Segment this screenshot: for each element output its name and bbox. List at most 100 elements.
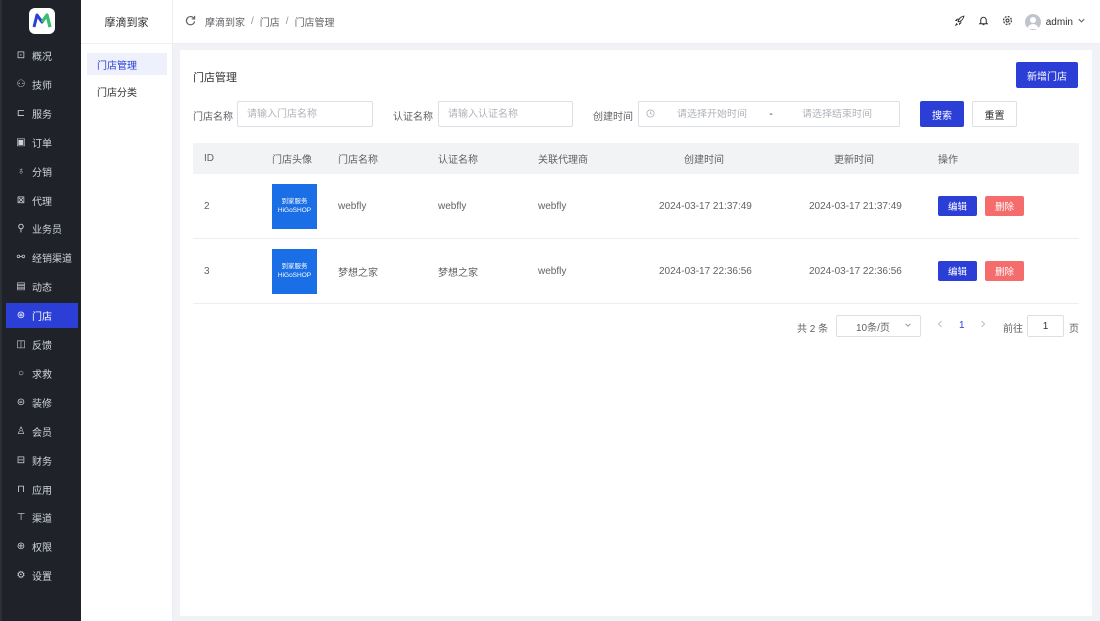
order-icon: ▣: [16, 136, 26, 148]
edit-button[interactable]: 编辑: [938, 261, 977, 281]
sub-item-label: 门店分类: [97, 87, 137, 99]
breadcrumb-item-current: 门店管理: [294, 18, 335, 29]
member-icon: ♙: [16, 425, 26, 437]
pagination-total: 共 2 条: [797, 324, 829, 335]
start-date-input[interactable]: [661, 108, 763, 120]
sidebar-item-distribution[interactable]: ♁ 分销: [6, 159, 78, 184]
feedback-icon: ◫: [16, 339, 26, 350]
prev-page-button[interactable]: [936, 319, 944, 332]
column-header: 操作: [938, 155, 958, 166]
gear-icon[interactable]: [1001, 15, 1015, 29]
sub-item-store-category[interactable]: 门店分类: [87, 80, 167, 102]
store-name-input[interactable]: [237, 101, 373, 127]
sidebar-item-chart[interactable]: ⊡ 概况: [6, 43, 78, 68]
technician-icon: ⚇: [16, 78, 26, 90]
table-row: 2 到家服务 HiGoSHOP webfly webfly webfly 202…: [193, 174, 1079, 239]
sidebar-item-service[interactable]: ⊏ 服务: [6, 101, 78, 126]
sidebar-item-label: 服务: [32, 109, 52, 121]
apps-icon: ⊓: [17, 483, 25, 495]
breadcrumb-item-home[interactable]: 摩滴到家: [205, 14, 245, 29]
store-name-label: 门店名称: [193, 112, 233, 123]
sidebar-item-finance[interactable]: ⊟ 财务: [6, 448, 78, 473]
table-row: 3 到家服务 HiGoSHOP 梦想之家 梦想之家 webfly 2024-03…: [193, 239, 1079, 304]
sidebar-item-member[interactable]: ♙ 会员: [6, 419, 78, 444]
sidebar-item-label: 财务: [32, 456, 52, 468]
rocket-icon[interactable]: [953, 15, 967, 29]
goto-label: 前往: [1003, 324, 1023, 335]
sidebar-item-news[interactable]: ▤ 动态: [6, 274, 78, 299]
date-range-picker[interactable]: -: [638, 101, 900, 127]
cert-name-label: 认证名称: [393, 112, 433, 123]
cell-updated-time: 2024-03-17 21:37:49: [809, 200, 902, 212]
distribution-icon: ♁: [17, 165, 25, 177]
next-page-button[interactable]: [979, 319, 987, 332]
sidebar-item-feedback[interactable]: ◫ 反馈: [6, 332, 78, 357]
sidebar-item-label: 反馈: [32, 341, 52, 352]
add-store-button[interactable]: 新增门店: [1016, 62, 1078, 88]
filter-bar: 门店名称 认证名称 创建时间 - 搜索 重置: [193, 101, 1083, 127]
sub-sidebar-title: 摩滴到家: [81, 0, 172, 44]
delete-button[interactable]: 删除: [985, 261, 1024, 281]
table-header: ID 门店头像 门店名称 认证名称 关联代理商 创建时间 更新时间 操作: [193, 143, 1079, 174]
sidebar-item-gear[interactable]: ⚙ 设置: [6, 563, 78, 588]
cell-actions: 编辑 删除: [938, 239, 1024, 303]
sidebar-item-label: 业务员: [32, 225, 62, 237]
reset-button[interactable]: 重置: [972, 101, 1017, 127]
cert-name-input[interactable]: [438, 101, 573, 127]
salesman-icon: ⚲: [17, 223, 25, 235]
sidebar-item-label: 分销: [32, 167, 52, 179]
avatar[interactable]: [1024, 14, 1041, 30]
sub-item-store-management[interactable]: 门店管理: [87, 53, 167, 75]
breadcrumb-item-store[interactable]: 门店: [260, 14, 280, 29]
column-header: 关联代理商: [538, 155, 588, 166]
search-button[interactable]: 搜索: [920, 101, 964, 127]
cell-avatar: 到家服务 HiGoSHOP: [272, 239, 317, 303]
sidebar-item-channel[interactable]: ⚯ 经销渠道: [6, 245, 78, 270]
sidebar-item-label: 求救: [32, 369, 52, 381]
user-name[interactable]: admin: [1046, 17, 1073, 28]
chart-icon: ⊡: [16, 50, 26, 61]
sidebar-item-label: 技师: [32, 80, 52, 92]
column-header: 更新时间: [834, 155, 874, 166]
chevron-down-icon[interactable]: [1077, 16, 1086, 28]
sidebar-item-label: 代理: [32, 196, 52, 208]
finance-icon: ⊟: [16, 454, 26, 466]
page-size-value: 10条/页: [856, 322, 890, 334]
sidebar-item-label: 应用: [32, 485, 52, 497]
end-date-input[interactable]: [779, 108, 895, 120]
sub-item-label: 门店管理: [97, 60, 137, 72]
sidebar-item-agent[interactable]: ⊠ 代理: [6, 188, 78, 213]
content-panel: 门店管理 新增门店 门店名称 认证名称 创建时间 - 搜索 重置 ID 门店头像…: [180, 50, 1092, 616]
bell-icon[interactable]: [977, 15, 991, 29]
sidebar-item-label: 装修: [32, 398, 52, 410]
delete-button[interactable]: 删除: [985, 196, 1024, 216]
cell-updated-time: 2024-03-17 22:36:56: [809, 265, 902, 277]
app-logo[interactable]: [29, 8, 55, 34]
sidebar-item-store[interactable]: ⊛ 门店: [6, 303, 78, 329]
chevron-right-icon: [981, 320, 986, 328]
page-suffix-label: 页: [1069, 324, 1079, 335]
cell-actions: 编辑 删除: [938, 174, 1024, 238]
cell-cert-name: 梦想之家: [438, 267, 478, 279]
sidebar-item-help[interactable]: ○ 求救: [6, 361, 78, 386]
page-number-current[interactable]: 1: [959, 320, 965, 331]
store-avatar-image: 到家服务 HiGoSHOP: [272, 248, 317, 294]
goto-page-input[interactable]: [1027, 315, 1064, 337]
sidebar-item-label: 渠道: [32, 514, 52, 526]
sidebar-item-salesman[interactable]: ⚲ 业务员: [6, 216, 78, 241]
decorate-icon: ⊜: [16, 396, 26, 408]
sidebar-item-order[interactable]: ▣ 订单: [6, 130, 78, 155]
sidebar-item-decorate[interactable]: ⊜ 装修: [6, 390, 78, 415]
sidebar-item-lock[interactable]: ⊕ 权限: [6, 534, 78, 559]
sidebar-item-label: 订单: [32, 138, 52, 150]
page-size-select[interactable]: 10条/页: [836, 315, 921, 337]
refresh-icon[interactable]: [185, 15, 197, 29]
sidebar-item-monitor[interactable]: ⊤ 渠道: [6, 505, 78, 530]
store-icon: ⊛: [16, 310, 26, 322]
edit-button[interactable]: 编辑: [938, 196, 977, 216]
sidebar-item-apps[interactable]: ⊓ 应用: [6, 477, 78, 502]
main-sidebar: ⊡ 概况 ⚇ 技师 ⊏ 服务 ▣ 订单 ♁ 分销 ⊠ 代理 ⚲ 业务员 ⚯ 经销渠道 ▤ 动态 ⊛ 门店 ◫ 反馈 ○ 求救 ⊜…: [0, 0, 81, 621]
chevron-left-icon: [937, 320, 942, 328]
sidebar-item-technician[interactable]: ⚇ 技师: [6, 72, 78, 97]
news-icon: ▤: [16, 281, 26, 293]
